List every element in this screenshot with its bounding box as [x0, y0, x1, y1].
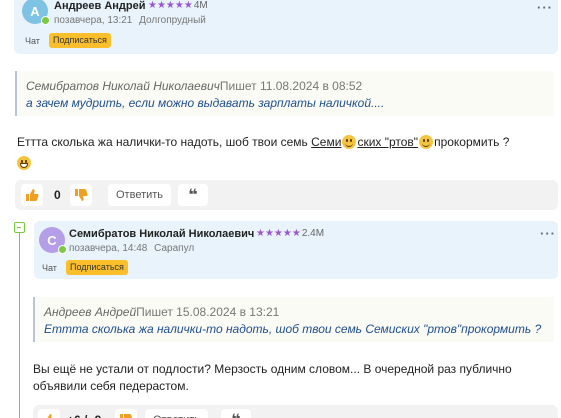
- thinking-emoji-icon: [342, 135, 357, 149]
- comment-actions: 0 Ответить ❝: [15, 180, 558, 210]
- author-name[interactable]: Семибратов Николай Николаевич: [69, 228, 254, 240]
- quote-date: Пишет 11.08.2024 в 08:52: [219, 79, 363, 93]
- comment-text-end: прокормить ?: [434, 135, 510, 149]
- quote-block: Семибратов Николай НиколаевичПишет 11.08…: [15, 71, 554, 116]
- comment-text-line2: объявили себя педерастом.: [33, 379, 189, 393]
- avatar-letter: А: [30, 3, 40, 19]
- comment-text-line1: Вы ещё не устали от подлости? Мерзость о…: [33, 362, 512, 376]
- avatar[interactable]: С: [39, 227, 67, 254]
- more-dots-icon[interactable]: ···: [537, 1, 553, 14]
- like-button[interactable]: [21, 184, 43, 206]
- reply-button[interactable]: Ответить: [108, 184, 172, 206]
- chat-link[interactable]: Чат: [42, 263, 57, 273]
- like-button[interactable]: [38, 409, 60, 418]
- rating-stars: ★★★★★4M: [148, 0, 208, 11]
- avatar-letter: С: [47, 232, 57, 248]
- comment-location: Сарапул: [154, 243, 195, 254]
- comment-location: Долгопрудный: [139, 15, 206, 26]
- grin-emoji-line: [16, 154, 32, 172]
- quote-block: Андреев АндрейПишет 15.08.2024 в 13:21 Е…: [33, 297, 554, 342]
- comment-text-start: Еттта сколька жа налички-то надоть, шоб …: [17, 135, 312, 149]
- quote-icon[interactable]: ❝: [178, 184, 208, 206]
- comment-link-part2[interactable]: ских "ртов": [357, 135, 418, 149]
- thread-line: [19, 222, 20, 418]
- chat-link[interactable]: Чат: [25, 36, 40, 46]
- comment-link-part1[interactable]: Семи: [311, 135, 341, 149]
- rating-value: 2.4M: [301, 228, 325, 239]
- quote-text: Еттта сколька жа налички-то надоть, шоб …: [44, 322, 542, 336]
- online-indicator: [58, 245, 67, 254]
- reply-button[interactable]: Ответить: [145, 409, 209, 418]
- thumbs-down-icon: [120, 414, 133, 418]
- quote-date: Пишет 15.08.2024 в 13:21: [136, 305, 280, 319]
- rating-stars: ★★★★★2.4M: [256, 228, 324, 239]
- collapse-thread-icon[interactable]: [14, 222, 25, 233]
- comment-actions: +6 / -9 Ответить ❝: [33, 405, 558, 418]
- comment-time: позавчера, 14:48: [69, 243, 148, 254]
- stars-icon: ★★★★★: [148, 0, 193, 11]
- dislike-button[interactable]: [115, 409, 137, 418]
- comment-score: +6 / -9: [67, 409, 101, 418]
- dislike-button[interactable]: [70, 184, 92, 206]
- online-indicator: [41, 16, 50, 25]
- thumbs-down-icon: [75, 189, 88, 201]
- quote-author-name: Андреев Андрей: [44, 305, 137, 319]
- rating-value: 4M: [193, 0, 208, 11]
- comment-text: Еттта сколька жа налички-то надоть, шоб …: [17, 134, 509, 150]
- quote-author-name: Семибратов Николай Николаевич: [26, 79, 220, 93]
- comment-header: А Андреев Андрей ★★★★★4M позавчера, 13:2…: [14, 0, 558, 54]
- thumbs-up-icon: [26, 189, 39, 201]
- subscribe-button[interactable]: Подписаться: [66, 260, 128, 275]
- stars-icon: ★★★★★: [256, 228, 301, 239]
- comment-meta: позавчера, 13:21 Долгопрудный: [54, 15, 206, 26]
- quote-text: а зачем мудрить, если можно выдавать зар…: [26, 96, 385, 110]
- quote-icon[interactable]: ❝: [221, 409, 251, 418]
- thumbs-up-icon: [47, 414, 52, 418]
- reply-header: С Семибратов Николай Николаевич ★★★★★2.4…: [34, 221, 558, 279]
- quote-author: Семибратов Николай НиколаевичПишет 11.08…: [26, 79, 362, 93]
- avatar[interactable]: А: [22, 0, 50, 25]
- grin-emoji-icon: [17, 156, 31, 170]
- wink-emoji-icon: [419, 135, 434, 149]
- comment-score: 0: [54, 188, 61, 202]
- subscribe-button[interactable]: Подписаться: [49, 33, 111, 48]
- more-dots-icon[interactable]: ···: [540, 227, 556, 240]
- author-name[interactable]: Андреев Андрей: [54, 0, 146, 12]
- comment-meta: позавчера, 14:48 Сарапул: [69, 243, 194, 254]
- comment-time: позавчера, 13:21: [54, 15, 133, 26]
- quote-author: Андреев АндрейПишет 15.08.2024 в 13:21: [44, 305, 279, 319]
